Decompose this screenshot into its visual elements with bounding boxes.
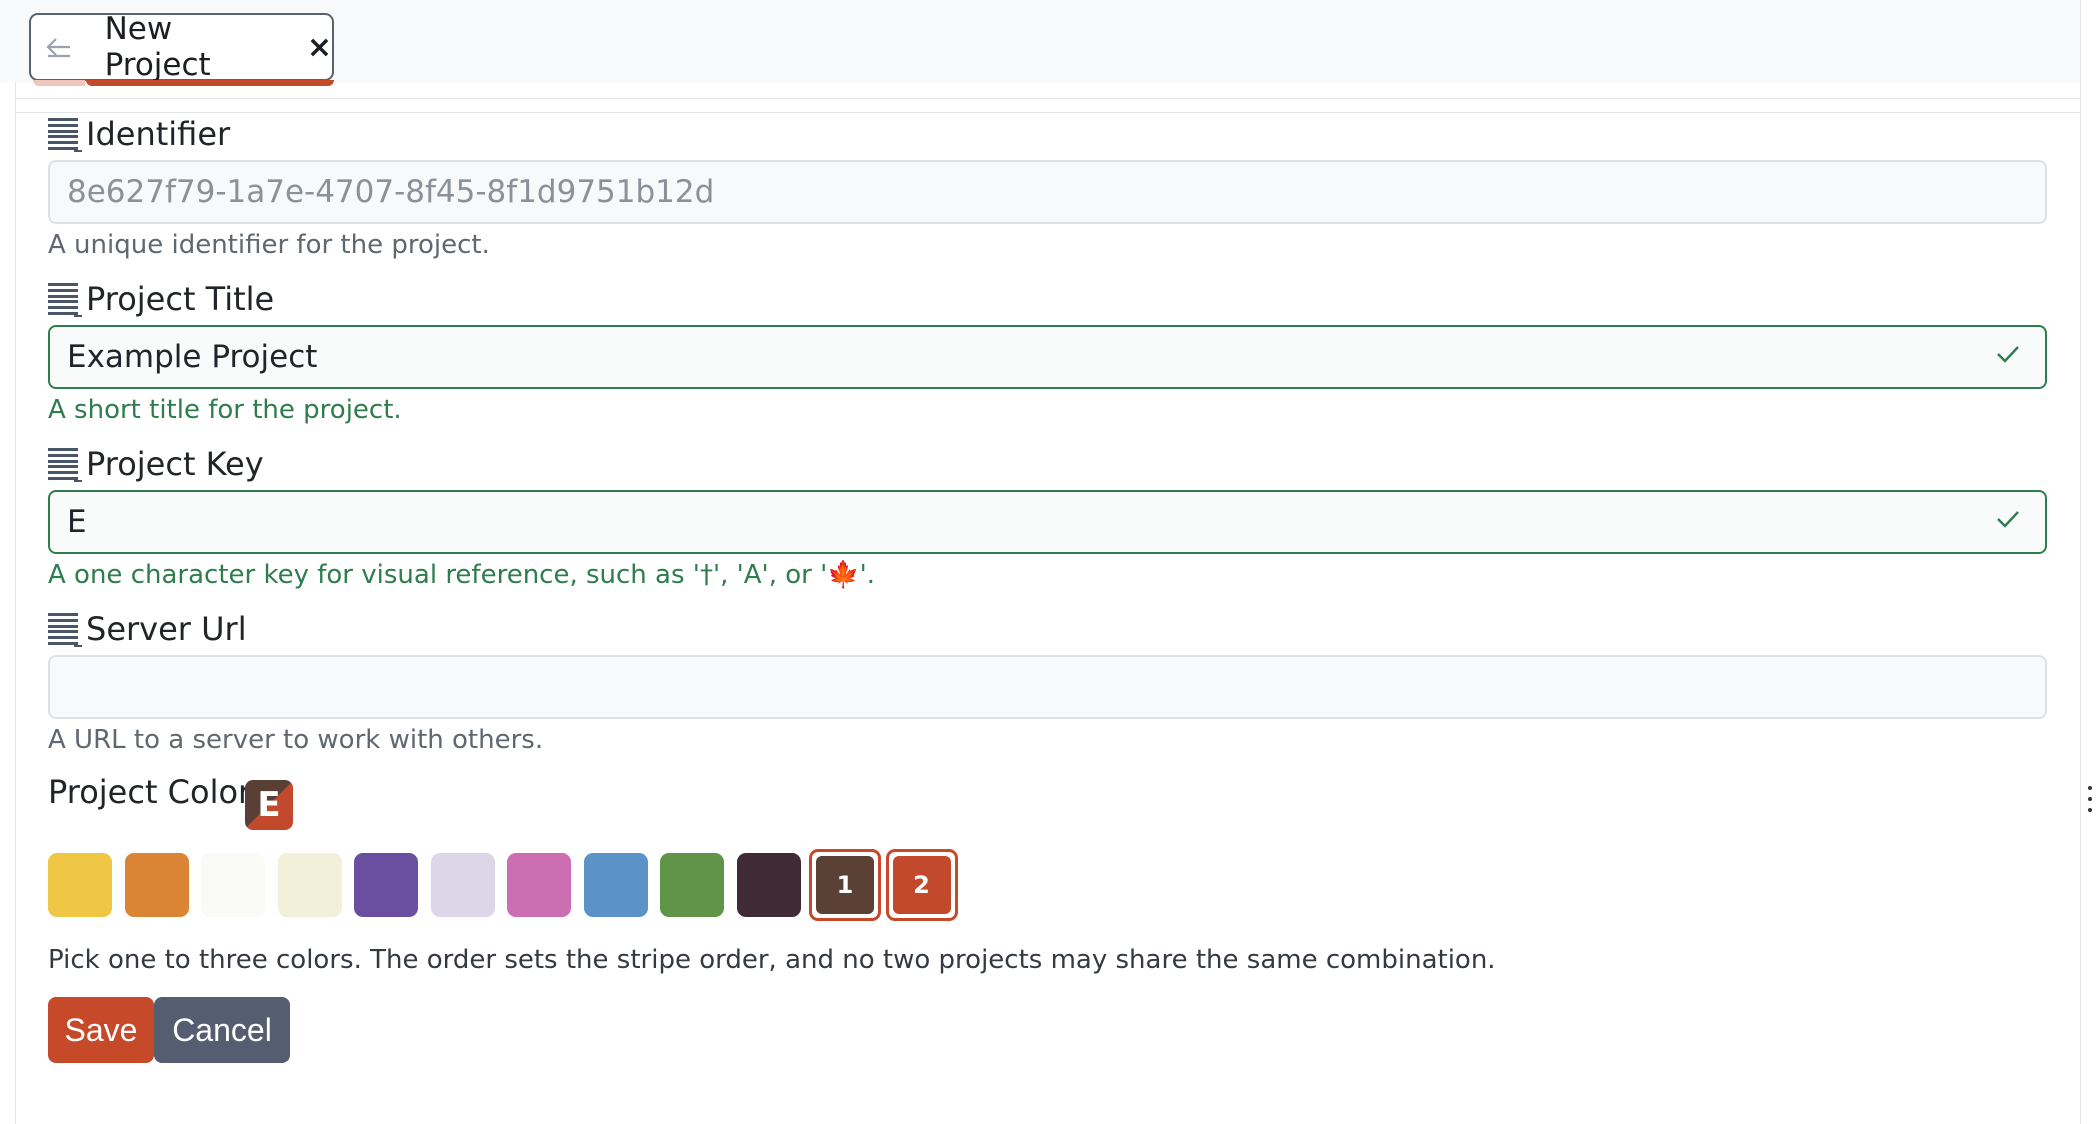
project-title-label: Project Title: [48, 280, 274, 318]
color-swatch[interactable]: [660, 853, 724, 917]
divider: [15, 98, 2080, 99]
color-swatch[interactable]: [354, 853, 418, 917]
text-field-icon: [48, 281, 82, 317]
frame-border: [15, 82, 16, 1124]
color-swatch[interactable]: [736, 853, 801, 917]
project-title-input[interactable]: Example Project: [48, 325, 2047, 389]
frame-border: [2080, 0, 2081, 1124]
identifier-help: A unique identifier for the project.: [48, 230, 490, 260]
identifier-input[interactable]: 8e627f79-1a7e-4707-8f45-8f1d9751b12d: [48, 160, 2047, 224]
text-field-icon: [48, 611, 82, 647]
divider: [15, 112, 2080, 113]
project-key-label-text: Project Key: [86, 445, 264, 483]
arrow-left-icon[interactable]: [31, 15, 87, 79]
check-icon: [1997, 346, 2019, 363]
project-title-value: Example Project: [67, 339, 318, 375]
text-field-icon: [48, 446, 82, 482]
text-field-icon: [48, 116, 82, 152]
tab-new-project[interactable]: New Project ×: [29, 11, 334, 86]
tab-underline-light: [33, 80, 85, 86]
color-swatch[interactable]: [48, 853, 112, 917]
project-title-help: A short title for the project.: [48, 395, 402, 425]
project-key-value: E: [67, 504, 87, 540]
identifier-label: Identifier: [48, 115, 230, 153]
color-swatch[interactable]: 2: [885, 849, 958, 921]
tab-title: New Project: [104, 11, 211, 83]
project-title-label-text: Project Title: [86, 280, 275, 318]
cancel-button[interactable]: Cancel: [154, 997, 290, 1063]
resize-handle[interactable]: [2088, 786, 2092, 812]
check-icon: [1997, 511, 2019, 528]
swatch-order-label: 2: [892, 856, 951, 914]
color-swatch[interactable]: [124, 853, 189, 917]
tab-bar: New Project ×: [0, 0, 2080, 86]
close-icon[interactable]: ×: [307, 30, 332, 65]
project-key-label: Project Key: [48, 445, 264, 483]
swatch-order-label: 1: [816, 856, 874, 914]
project-key-input[interactable]: E: [48, 490, 2047, 554]
server-url-label-text: Server Url: [86, 610, 247, 648]
identifier-label-text: Identifier: [86, 115, 231, 153]
color-swatch[interactable]: [277, 853, 342, 917]
project-key-help: A one character key for visual reference…: [48, 560, 876, 590]
tab-underline: [86, 80, 334, 86]
server-url-label: Server Url: [48, 610, 247, 648]
color-swatch[interactable]: [201, 853, 265, 917]
project-color-label: Project Color: [48, 773, 252, 811]
project-color-help: Pick one to three colors. The order sets…: [48, 945, 1496, 975]
project-key-badge: E: [245, 780, 293, 830]
server-url-input[interactable]: [48, 655, 2047, 719]
color-swatch[interactable]: [583, 853, 648, 917]
color-swatch[interactable]: [507, 853, 571, 917]
save-button[interactable]: Save: [48, 997, 154, 1063]
color-swatch[interactable]: 1: [809, 849, 881, 921]
server-url-help: A URL to a server to work with others.: [48, 725, 544, 755]
color-swatch[interactable]: [430, 853, 495, 917]
